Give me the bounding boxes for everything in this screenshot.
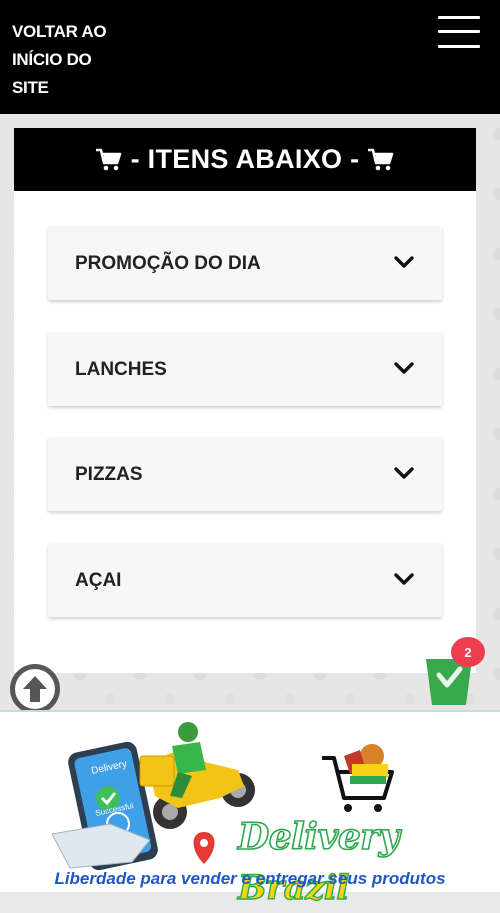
- accordion-label: AÇAI: [75, 570, 122, 591]
- accordion-label: PROMOÇÃO DO DIA: [75, 253, 261, 274]
- panel-header: - ITENS ABAIXO -: [14, 128, 476, 191]
- delivery-brazil-banner: Delivery Successful Delivery Brazil Libe…: [0, 710, 500, 909]
- accordion-item-lanches[interactable]: LANCHES: [48, 332, 442, 406]
- top-navbar: VOLTAR AO INÍCIO DO SITE: [0, 0, 500, 114]
- accordion-label: PIZZAS: [75, 464, 143, 485]
- accordion-item-acai[interactable]: AÇAI: [48, 543, 442, 617]
- banner-tagline: Liberdade para vender e entregar seus pr…: [54, 869, 446, 888]
- back-to-site-link[interactable]: VOLTAR AO INÍCIO DO SITE: [12, 18, 132, 102]
- arrow-up-icon: [15, 669, 55, 709]
- accordion-item-pizzas[interactable]: PIZZAS: [48, 437, 442, 511]
- chevron-down-icon[interactable]: [394, 466, 414, 480]
- cart-count-badge: 2: [451, 637, 485, 667]
- cart-icon: [368, 148, 394, 170]
- panel-title: - ITENS ABAIXO -: [130, 144, 360, 174]
- chevron-down-icon[interactable]: [394, 361, 414, 375]
- accordion-label: LANCHES: [75, 359, 167, 380]
- hamburger-icon[interactable]: [438, 16, 480, 48]
- accordion-item-promocao[interactable]: PROMOÇÃO DO DIA: [48, 226, 442, 300]
- chevron-down-icon[interactable]: [394, 255, 414, 269]
- chevron-down-icon[interactable]: [394, 572, 414, 586]
- location-pin-icon: [193, 832, 215, 864]
- brand-logo-text: Delivery Brazil: [237, 812, 488, 909]
- shopping-cart-icon: [322, 744, 394, 812]
- brand-part-delivery: Delivery: [237, 815, 400, 859]
- cart-icon: [95, 148, 121, 170]
- items-panel: - ITENS ABAIXO - PROMOÇÃO DO DIA LANCHES…: [14, 128, 476, 673]
- scroll-to-top-button[interactable]: [10, 664, 60, 714]
